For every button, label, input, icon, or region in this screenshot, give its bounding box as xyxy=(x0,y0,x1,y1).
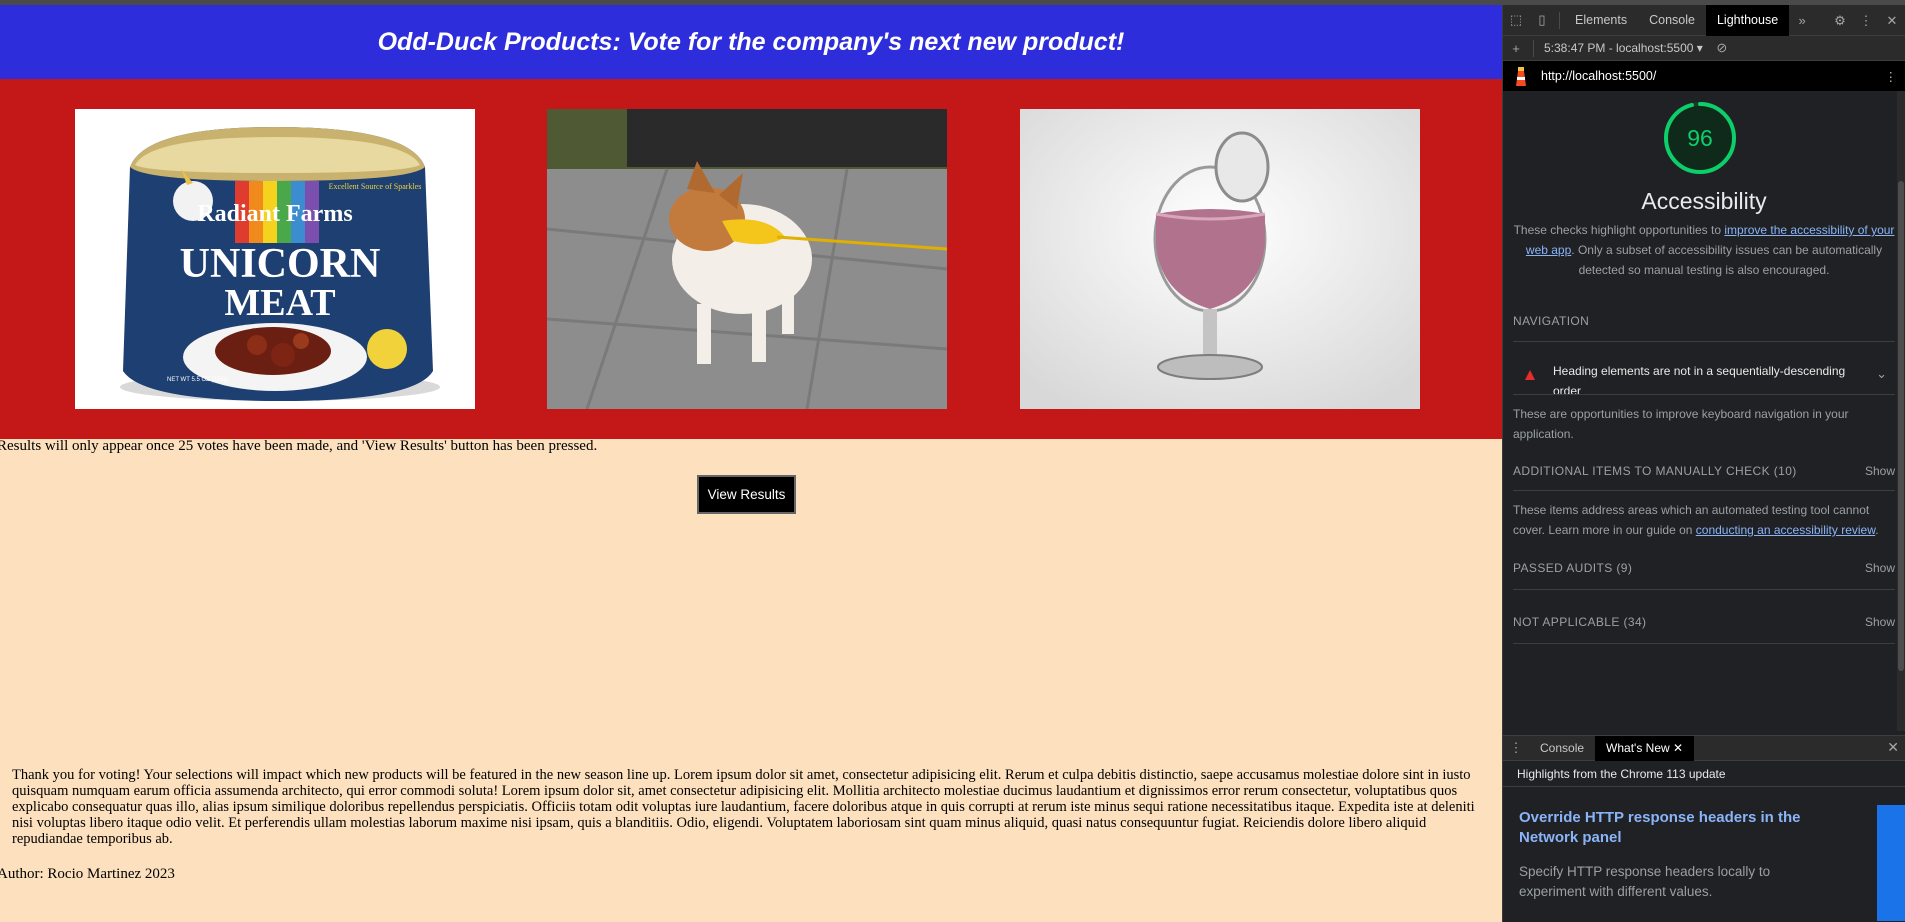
kebab-menu-icon[interactable]: ⋮ xyxy=(1853,5,1879,36)
unicorn-meat-can-illustration: Radiant Farms UNICORN MEAT Excellent Sou… xyxy=(75,109,475,409)
category-description: These checks highlight opportunities to … xyxy=(1513,220,1895,280)
can-title-line1: UNICORN xyxy=(180,241,381,287)
whats-new-title[interactable]: Override HTTP response headers in the Ne… xyxy=(1519,808,1859,848)
clear-reports-icon[interactable]: ⊘ xyxy=(1709,33,1735,64)
tab-elements[interactable]: Elements xyxy=(1564,5,1638,36)
lighthouse-logo-icon xyxy=(1516,67,1526,86)
divider xyxy=(1513,589,1895,590)
accessibility-review-link[interactable]: conducting an accessibility review xyxy=(1696,523,1875,537)
score-value: 96 xyxy=(1687,125,1713,151)
product-image-wine-glass[interactable] xyxy=(1020,109,1420,409)
drawer-tab-whats-new[interactable]: What's New ✕ xyxy=(1595,735,1695,761)
report-scrollbar[interactable] xyxy=(1897,91,1905,731)
divider xyxy=(1513,341,1895,342)
whats-new-thumbnail xyxy=(1877,805,1905,921)
author-footer: Author: Rocio Martinez 2023 xyxy=(0,866,175,882)
not-applicable-label: NOT APPLICABLE (34) xyxy=(1513,615,1647,629)
drawer-tabbar: ⋮ Console What's New ✕ ✕ xyxy=(1503,733,1905,764)
product-image-dog-duck[interactable] xyxy=(547,109,947,409)
dog-duck-illustration xyxy=(547,109,947,409)
category-title: Accessibility xyxy=(1641,188,1767,214)
whats-new-tab-label: What's New xyxy=(1606,740,1670,755)
can-title-line2: MEAT xyxy=(224,282,335,324)
manual-check-label: ADDITIONAL ITEMS TO MANUALLY CHECK (10) xyxy=(1513,464,1797,478)
view-results-button[interactable]: View Results xyxy=(697,475,796,514)
product-voting-area: Radiant Farms UNICORN MEAT Excellent Sou… xyxy=(0,79,1502,439)
tab-console[interactable]: Console xyxy=(1638,5,1706,36)
tab-separator xyxy=(1559,11,1560,29)
web-page: Odd-Duck Products: Vote for the company'… xyxy=(0,0,1502,922)
page-title: Odd-Duck Products: Vote for the company'… xyxy=(377,27,1125,56)
devtools-tabbar: ⬚ ▯ Elements Console Lighthouse » ⚙ ⋮ ✕ xyxy=(1503,4,1905,36)
divider xyxy=(1513,643,1895,644)
more-tabs-icon[interactable]: » xyxy=(1789,5,1815,36)
thanks-paragraph: Thank you for voting! Your selections wi… xyxy=(12,767,1475,847)
can-weight-text: NET WT 5.5 OZ (156g) xyxy=(167,377,229,383)
results-note: Results will only appear once 25 votes h… xyxy=(0,438,598,454)
product-image-unicorn-meat[interactable]: Radiant Farms UNICORN MEAT Excellent Sou… xyxy=(75,109,475,409)
report-time: 5:38:47 PM - localhost:5500 xyxy=(1544,41,1694,55)
scrollbar-thumb[interactable] xyxy=(1898,181,1904,671)
manual-show-button[interactable]: Show xyxy=(1865,464,1895,478)
passed-show-button[interactable]: Show xyxy=(1865,561,1895,575)
new-report-plus-icon[interactable]: + xyxy=(1503,33,1529,64)
audit-heading-order[interactable]: Heading elements are not in a sequential… xyxy=(1513,351,1895,407)
not-applicable-heading[interactable]: NOT APPLICABLE (34) Show xyxy=(1513,615,1895,629)
audit-title: Heading elements are not in a sequential… xyxy=(1553,364,1846,398)
report-url: http://localhost:5500/ xyxy=(1541,69,1657,83)
report-selector[interactable]: 5:38:47 PM - localhost:5500 ▾ xyxy=(1538,41,1709,55)
devtools-drawer: ⋮ Console What's New ✕ ✕ Highlights from… xyxy=(1503,735,1905,922)
close-drawer-icon[interactable]: ✕ xyxy=(1887,739,1899,756)
drawer-menu-icon[interactable]: ⋮ xyxy=(1503,733,1529,764)
navigation-description: These are opportunities to improve keybo… xyxy=(1513,407,1849,441)
chevron-down-icon[interactable]: ⌄ xyxy=(1876,366,1887,382)
dropdown-caret-icon: ▾ xyxy=(1696,41,1703,55)
manual-check-heading[interactable]: ADDITIONAL ITEMS TO MANUALLY CHECK (10) … xyxy=(1513,464,1895,478)
drawer-tab-console[interactable]: Console xyxy=(1529,736,1595,761)
passed-audits-heading[interactable]: PASSED AUDITS (9) Show xyxy=(1513,561,1895,575)
passed-audits-label: PASSED AUDITS (9) xyxy=(1513,561,1633,575)
report-menu-icon[interactable]: ⋮ xyxy=(1885,69,1898,84)
wine-glass-illustration xyxy=(1020,109,1420,409)
lighthouse-toolbar: + 5:38:47 PM - localhost:5500 ▾ ⊘ xyxy=(1503,36,1905,61)
devtools-panel: ⬚ ▯ Elements Console Lighthouse » ⚙ ⋮ ✕ … xyxy=(1502,4,1905,922)
manual-check-description: These items address areas which an autom… xyxy=(1513,500,1895,540)
manual-desc-end: . xyxy=(1875,523,1879,537)
report-url-bar: http://localhost:5500/ ⋮ xyxy=(1503,61,1905,91)
window-top-strip xyxy=(0,0,1905,5)
whats-new-description: Specify HTTP response headers locally to… xyxy=(1519,864,1771,899)
not-applicable-show-button[interactable]: Show xyxy=(1865,615,1895,629)
whats-new-card[interactable]: Override HTTP response headers in the Ne… xyxy=(1503,788,1905,922)
whats-new-heading: Highlights from the Chrome 113 update xyxy=(1503,761,1905,787)
divider xyxy=(1513,490,1895,491)
divider xyxy=(1513,394,1895,395)
device-toolbar-icon[interactable]: ▯ xyxy=(1529,5,1555,36)
lighthouse-report: 96 Accessibility These checks highlight … xyxy=(1503,91,1905,731)
navigation-group-heading: NAVIGATION xyxy=(1513,314,1590,328)
can-brand-text: Radiant Farms xyxy=(197,201,352,227)
can-side-text: Excellent Source of Sparkles xyxy=(329,182,422,191)
tab-lighthouse[interactable]: Lighthouse xyxy=(1705,4,1790,36)
inspect-element-icon[interactable]: ⬚ xyxy=(1503,5,1529,36)
toolbar-separator xyxy=(1533,39,1534,57)
category-desc-text-end: . Only a subset of accessibility issues … xyxy=(1571,243,1883,277)
close-devtools-icon[interactable]: ✕ xyxy=(1879,5,1905,36)
close-tab-icon[interactable]: ✕ xyxy=(1673,741,1683,755)
category-desc-text: These checks highlight opportunities to xyxy=(1513,223,1725,237)
fail-triangle-icon xyxy=(1525,370,1535,380)
banner: Odd-Duck Products: Vote for the company'… xyxy=(0,5,1502,79)
settings-gear-icon[interactable]: ⚙ xyxy=(1827,5,1853,36)
